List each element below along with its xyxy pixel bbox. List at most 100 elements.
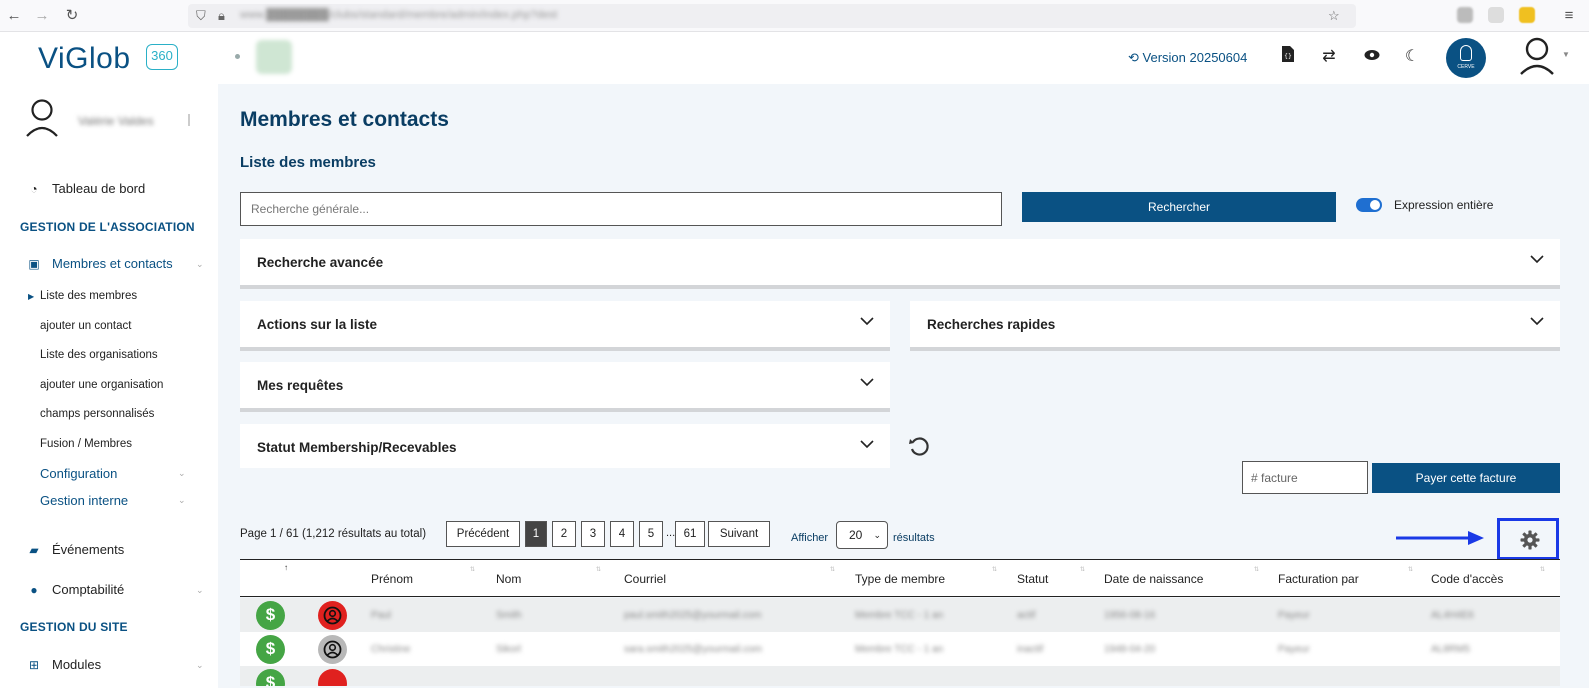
my-queries-panel[interactable]: Mes requêtes [240, 362, 890, 412]
column-header-last-name[interactable]: Nom [496, 572, 521, 586]
chevron-down-icon[interactable]: ⌄ [178, 495, 186, 506]
column-settings-button[interactable] [1497, 518, 1559, 560]
member-status-icon[interactable] [318, 669, 347, 686]
sort-icon[interactable]: ⇅ [992, 566, 997, 573]
invoice-number-input[interactable] [1242, 461, 1368, 494]
file-code-icon[interactable]: {} [1277, 46, 1299, 68]
quick-searches-panel[interactable]: Recherches rapides [910, 301, 1560, 351]
pagination-previous[interactable]: Précédent [446, 521, 520, 547]
sidebar-subitem-internal[interactable]: Gestion interne [40, 493, 128, 508]
sort-icon[interactable]: ⇅ [596, 566, 601, 573]
dollar-icon[interactable]: $ [256, 601, 285, 630]
back-icon[interactable]: ← [5, 7, 23, 25]
cerve-badge[interactable]: CERVE [1446, 38, 1486, 78]
cell-last-name: Smith [496, 610, 522, 621]
column-header-birthdate[interactable]: Date de naissance [1104, 572, 1203, 586]
sidebar-subitem-organization-list[interactable]: Liste des organisations [40, 349, 158, 361]
list-actions-panel[interactable]: Actions sur la liste [240, 301, 890, 351]
pagination-page[interactable]: 5 [639, 521, 663, 547]
dollar-icon[interactable]: $ [256, 635, 285, 664]
sidebar-subitem-custom-fields[interactable]: champs personnalisés [40, 408, 154, 420]
panel-title: Actions sur la liste [257, 317, 378, 332]
sidebar-user-name[interactable]: Valérie Valdes [78, 114, 154, 128]
table-row[interactable]: $ Christine Sikorl sara.smith2025@yourma… [240, 632, 1560, 666]
column-header-email[interactable]: Courriel [624, 572, 666, 586]
pagination-last-page[interactable]: 61 [675, 521, 705, 547]
sort-icon[interactable]: ⇅ [830, 566, 835, 573]
extension-icon[interactable] [1457, 7, 1473, 23]
advanced-search-panel[interactable]: Recherche avancée [240, 239, 1560, 289]
bookmark-star-icon[interactable]: ☆ [1328, 8, 1340, 24]
eye-icon[interactable] [1361, 46, 1383, 68]
sidebar-item-modules[interactable]: ⊞ Modules [26, 657, 101, 672]
version-label[interactable]: ⟲ Version 20250604 [1128, 50, 1247, 66]
chevron-down-icon[interactable]: ⌄ [196, 585, 204, 596]
chevron-down-icon[interactable]: ▼ [1562, 50, 1570, 59]
table-row[interactable]: $ [240, 666, 1560, 686]
pagination-page[interactable]: 1 [525, 521, 547, 547]
sidebar-subitem-add-organization[interactable]: ajouter une organisation [40, 379, 163, 391]
chevron-down-icon[interactable]: ⌄ [196, 259, 204, 270]
sidebar-item-dashboard[interactable]: ◔ Tableau de bord [26, 181, 145, 196]
member-status-icon[interactable] [318, 635, 347, 664]
sidebar-subitem-add-contact[interactable]: ajouter un contact [40, 320, 131, 332]
app-header: ViGlob 360 ⟲ Version 20250604 {} ⇄ ☾ CER… [0, 32, 1589, 84]
sidebar-item-events[interactable]: ▰ Événements [26, 542, 124, 557]
sidebar-subitem-configuration[interactable]: Configuration [40, 466, 117, 481]
chevron-down-icon[interactable]: ⌄ [178, 468, 186, 479]
membership-status-panel[interactable]: Statut Membership/Recevables [240, 424, 890, 468]
sidebar-item-accounting[interactable]: ● Comptabilité [26, 582, 124, 597]
chevron-down-icon[interactable] [860, 437, 874, 451]
chevron-down-icon[interactable]: ⌄ [196, 660, 204, 671]
pagination-next[interactable]: Suivant [708, 521, 770, 547]
general-search-input[interactable] [240, 192, 1002, 226]
column-header-first-name[interactable]: Prénom [371, 572, 413, 586]
column-header-access-code[interactable]: Code d'accès [1431, 572, 1503, 586]
extension-icon[interactable] [1519, 7, 1535, 23]
organization-logo [256, 40, 292, 74]
swap-icon[interactable]: ⇄ [1318, 46, 1340, 68]
cell-email[interactable]: paul.smith2025@yourmail.com [624, 610, 761, 621]
page-size-select[interactable]: 20 ⌄ [836, 521, 888, 549]
menu-icon[interactable]: ≡ [1560, 7, 1578, 25]
reset-icon[interactable] [908, 436, 930, 458]
moon-icon[interactable]: ☾ [1401, 46, 1423, 68]
member-status-icon[interactable] [318, 601, 347, 630]
pagination-page[interactable]: 3 [581, 521, 605, 547]
search-button[interactable]: Rechercher [1022, 192, 1336, 222]
sidebar-subitem-merge-members[interactable]: Fusion / Membres [40, 438, 132, 450]
column-header-status[interactable]: Statut [1017, 572, 1048, 586]
table-row[interactable]: $ Paul Smith paul.smith2025@yourmail.com… [240, 598, 1560, 632]
pay-invoice-button[interactable]: Payer cette facture [1372, 463, 1560, 493]
url-bar[interactable]: ⛉ 🔒︎ www.████████/clubs/standard/membre/… [188, 4, 1356, 28]
sidebar-toggle-icon[interactable] [235, 54, 240, 59]
whole-expression-toggle[interactable] [1356, 198, 1382, 212]
sidebar-item-members-contacts[interactable]: ▣ Membres et contacts [26, 256, 172, 271]
chevron-down-icon[interactable] [860, 314, 874, 328]
sort-icon[interactable]: ⇅ [1408, 566, 1413, 573]
pagination-page[interactable]: 4 [610, 521, 634, 547]
extension-icon[interactable] [1488, 7, 1504, 23]
reload-icon[interactable]: ↻ [63, 7, 81, 25]
sort-asc-icon[interactable]: ↑ [284, 563, 288, 572]
cell-member-type: Membre TCC - 1 an [855, 644, 944, 655]
pagination-page[interactable]: 2 [552, 521, 576, 547]
column-header-member-type[interactable]: Type de membre [855, 572, 945, 586]
chevron-down-icon[interactable] [860, 375, 874, 389]
url-text: www.████████/clubs/standard/membre/admin… [240, 9, 558, 21]
sort-icon[interactable]: ⇅ [1080, 566, 1085, 573]
sort-icon[interactable]: ⇅ [1540, 566, 1545, 573]
user-avatar-icon[interactable] [1518, 36, 1556, 76]
chevron-down-icon[interactable] [1530, 314, 1544, 328]
pagination-ellipsis: ... [666, 527, 676, 539]
sort-icon[interactable]: ⇅ [1254, 566, 1259, 573]
sidebar-section-association: GESTION DE L'ASSOCIATION [20, 220, 195, 234]
chevron-down-icon[interactable] [1530, 252, 1544, 266]
app-logo[interactable]: ViGlob [38, 42, 131, 76]
column-header-billing[interactable]: Facturation par [1278, 572, 1359, 586]
dollar-icon[interactable]: $ [256, 669, 285, 686]
sort-icon[interactable]: ⇅ [470, 566, 475, 573]
sidebar-subitem-member-list[interactable]: Liste des membres [40, 290, 137, 302]
forward-icon[interactable]: → [33, 7, 51, 25]
cell-email[interactable]: sara.smith2025@yourmail.com [624, 644, 762, 655]
